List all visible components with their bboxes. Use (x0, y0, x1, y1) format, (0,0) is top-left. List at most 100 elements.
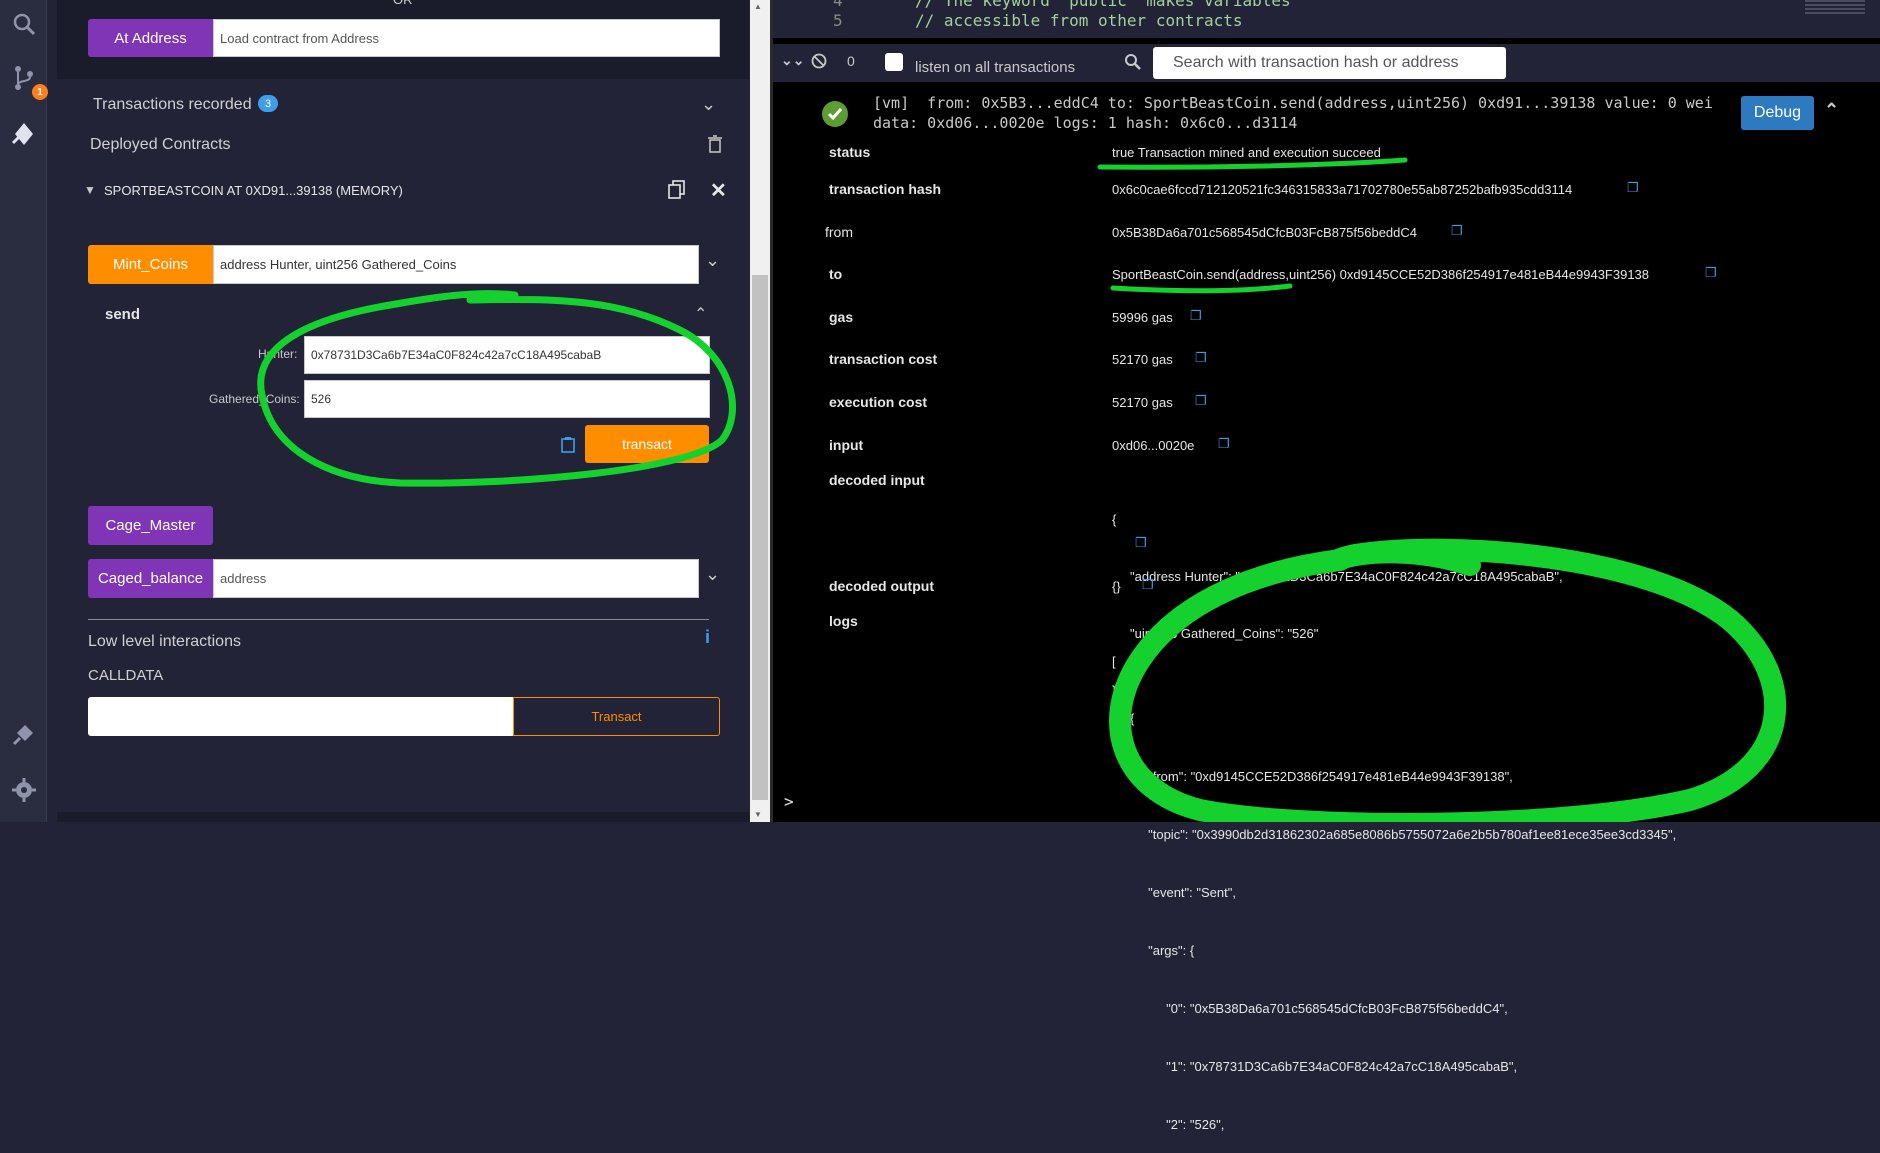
chevron-down-icon[interactable]: ⌄ (701, 94, 716, 115)
json-line: { (1112, 711, 1135, 727)
transaction-cost-value: 52170 gas (1112, 352, 1173, 367)
decoded-output-key: decoded output (829, 578, 934, 594)
gas-key: gas (829, 309, 854, 325)
input-value: 0xd06...0020e (1112, 438, 1195, 453)
copy-icon[interactable]: ❐ (1135, 535, 1147, 551)
execution-cost-value: 52170 gas (1112, 395, 1173, 410)
or-label: OR (393, 0, 413, 7)
line-number: 4 (833, 0, 843, 10)
divider (88, 619, 709, 620)
calldata-input[interactable] (88, 697, 513, 736)
panel-footer (57, 812, 749, 822)
clipboard-icon[interactable] (561, 436, 575, 458)
deploy-run-icon[interactable] (8, 118, 40, 150)
json-line: "topic": "0x3990db2d31862302a685e8086b57… (1112, 827, 1677, 843)
json-line: "from": "0xd9145CCE52D386f254917e481eB44… (1112, 769, 1513, 785)
from-value: 0x5B38Da6a701c568545dCfcB03FcB875f56bedd… (1112, 225, 1418, 240)
execution-cost-key: execution cost (829, 394, 928, 410)
copy-icon[interactable]: ❐ (1195, 350, 1207, 366)
chevron-up-icon[interactable]: ⌃ (694, 304, 707, 324)
deployed-contracts-label: Deployed Contracts (90, 136, 231, 153)
terminal-toolbar: ⌄⌄ 0 listen on all transactions Search w… (773, 44, 1880, 82)
low-level-interactions-label: Low level interactions (88, 633, 241, 650)
to-key: to (829, 266, 843, 282)
listen-label: listen on all transactions (915, 59, 1076, 76)
collapse-terminal-icon[interactable]: ⌄⌄ (781, 52, 804, 69)
scrollbar-thumb[interactable] (752, 275, 768, 800)
json-line: "2": "526", (1112, 1116, 1225, 1132)
line-number: 5 (833, 11, 843, 30)
trash-icon[interactable] (707, 135, 723, 158)
instance-collapse-icon[interactable]: ▼ (84, 183, 96, 197)
status-value: true Transaction mined and execution suc… (1112, 145, 1381, 160)
low-level-transact-button[interactable]: Transact (513, 697, 720, 736)
search-icon[interactable] (8, 8, 40, 40)
terminal-search-input[interactable]: Search with transaction hash or address (1153, 47, 1506, 79)
transaction-cost-key: transaction cost (829, 351, 938, 367)
decoded-output-value: {} (1112, 579, 1121, 594)
settings-icon[interactable] (8, 774, 40, 806)
logs-json: [ { "from": "0xd9145CCE52D386f254917e481… (1112, 613, 1676, 1153)
at-address-input[interactable]: Load contract from Address (213, 19, 720, 57)
chevron-up-icon[interactable]: ⌃ (1824, 100, 1839, 121)
info-icon[interactable]: i (705, 627, 710, 648)
from-key: from (825, 224, 853, 240)
editor-minimap[interactable] (1805, 0, 1865, 14)
at-address-button[interactable]: At Address (88, 19, 213, 57)
json-line: [ (1112, 653, 1116, 669)
gathered-coins-input[interactable]: 526 (304, 380, 710, 418)
contract-instance-title[interactable]: SPORTBEASTCOIN AT 0XD91...39138 (MEMORY) (104, 183, 403, 198)
json-line: "address Hunter": "0x78731D3Ca6b7E34aC0F… (1112, 569, 1563, 584)
clear-console-icon[interactable] (811, 53, 827, 74)
status-key: status (829, 144, 871, 160)
listen-checkbox[interactable] (885, 53, 903, 71)
copy-icon[interactable] (668, 180, 686, 204)
plugin-icon[interactable] (8, 718, 40, 750)
copy-icon[interactable]: ❐ (1627, 180, 1639, 196)
decoded-input-key: decoded input (829, 472, 925, 488)
chevron-down-icon[interactable]: ⌄ (705, 250, 720, 271)
caged-balance-button[interactable]: Caged_balance (88, 559, 213, 598)
git-badge: 1 (32, 84, 48, 100)
json-line: "1": "0x78731D3Ca6b7E34aC0F824c42a7cC18A… (1112, 1058, 1518, 1074)
scroll-up-arrow[interactable]: ▲ (754, 2, 762, 11)
gas-value: 59996 gas (1112, 310, 1173, 325)
json-line: "event": "Sent", (1112, 885, 1236, 901)
send-function-label: send (105, 306, 141, 323)
copy-icon[interactable]: ❐ (1451, 223, 1463, 239)
caged-balance-input[interactable]: address (213, 559, 699, 598)
search-icon (1124, 53, 1142, 76)
terminal-prompt[interactable]: > (784, 792, 794, 811)
hunter-label: Hunter: (258, 347, 298, 361)
copy-icon[interactable]: ❐ (1705, 265, 1717, 281)
code-comment: // accessible from other contracts (915, 11, 1243, 30)
logs-key: logs (829, 613, 858, 629)
pending-tx-count: 0 (847, 53, 855, 69)
tx-summary-line2[interactable]: data: 0xd06...0020e logs: 1 hash: 0x6c0.… (873, 114, 1297, 132)
input-key: input (829, 437, 864, 453)
success-check-icon (822, 101, 848, 127)
transactions-recorded-label[interactable]: Transactions recorded (93, 96, 252, 114)
debug-button[interactable]: Debug (1741, 96, 1814, 130)
tx-summary-line1[interactable]: [vm] from: 0x5B3...eddC4 to: SportBeastC… (873, 94, 1713, 112)
json-line: "0": "0x5B38Da6a701c568545dCfcB03FcB875f… (1112, 1000, 1508, 1016)
copy-icon[interactable]: ❐ (1142, 577, 1154, 593)
icon-rail: 1 (0, 0, 48, 822)
gathered-coins-label: Gathered_Coins: (209, 392, 300, 406)
chevron-down-icon[interactable]: ⌄ (705, 564, 720, 585)
mint-coins-button[interactable]: Mint_Coins (88, 245, 213, 284)
hunter-input[interactable]: 0x78731D3Ca6b7E34aC0F824c42a7cC18A495cab… (304, 336, 710, 374)
code-comment: // The keyword "public" makes variables (915, 0, 1291, 10)
copy-icon[interactable]: ❐ (1190, 308, 1202, 324)
copy-icon[interactable]: ❐ (1195, 393, 1207, 409)
transact-button[interactable]: transact (585, 425, 709, 463)
close-icon[interactable]: ✕ (710, 178, 727, 203)
cage-master-button[interactable]: Cage_Master (88, 506, 213, 545)
tx-hash-key: transaction hash (829, 181, 942, 197)
copy-icon[interactable]: ❐ (1218, 436, 1230, 452)
code-editor[interactable]: 4 // The keyword "public" makes variable… (773, 0, 1880, 38)
json-line: "args": { (1112, 943, 1195, 959)
scroll-down-arrow[interactable]: ▼ (754, 810, 762, 819)
mint-coins-input[interactable]: address Hunter, uint256 Gathered_Coins (213, 245, 699, 284)
transactions-count-badge: 3 (258, 95, 278, 112)
